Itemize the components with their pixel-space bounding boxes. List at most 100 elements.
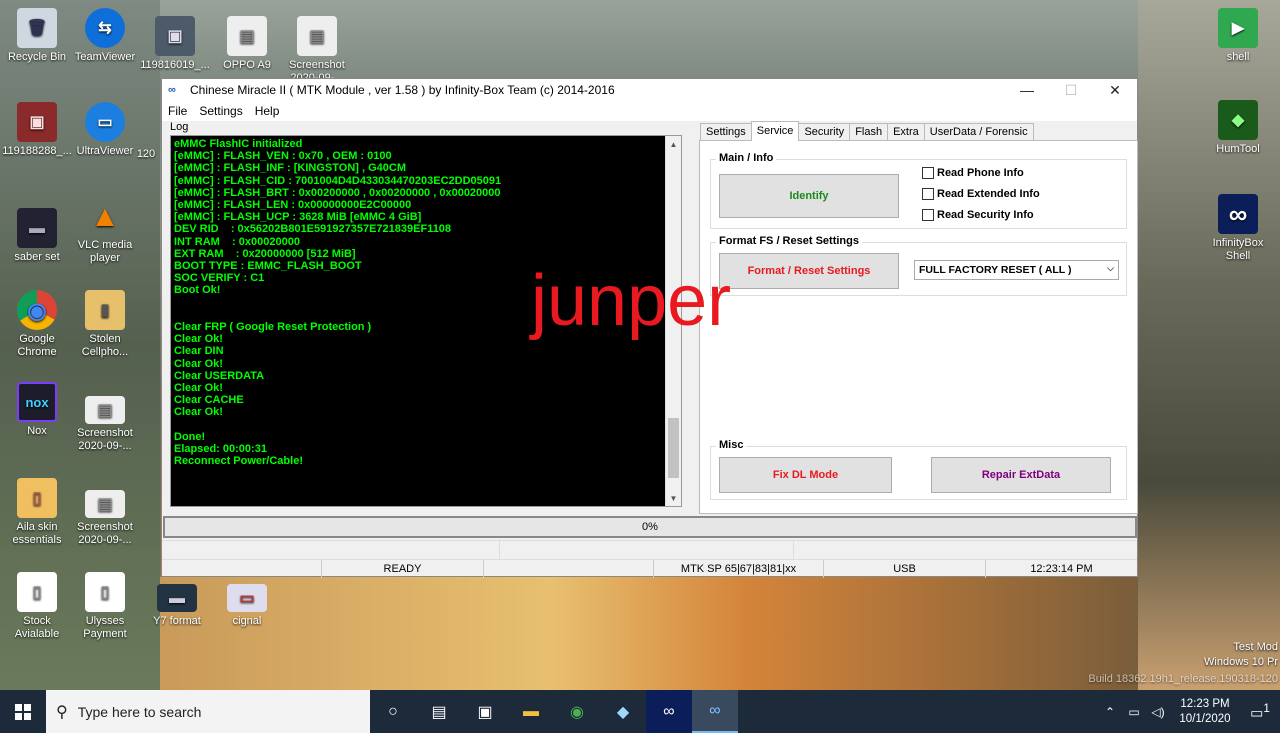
task-view-icon[interactable]: ▤: [416, 690, 462, 733]
cortana-icon[interactable]: ○: [370, 690, 416, 733]
infinity-icon: ∞: [1218, 194, 1258, 234]
desktop-icon-screenshot-2[interactable]: ▤ Screenshot 2020-09-...: [68, 396, 142, 453]
scroll-up-icon[interactable]: ▲: [666, 136, 681, 152]
checkbox-label: Read Extended Info: [937, 188, 1040, 200]
desktop-icon-label: Recycle Bin: [7, 51, 67, 63]
reset-mode-select[interactable]: FULL FACTORY RESET ( ALL ) ⌵: [914, 260, 1119, 280]
desktop-icon-chrome[interactable]: ◉ Google Chrome: [0, 290, 74, 359]
status-row-upper: [162, 540, 1137, 559]
desktop-icon-infinitybox-shell[interactable]: ∞ InfinityBox Shell: [1201, 194, 1275, 263]
title-bar[interactable]: ∞ Chinese Miracle II ( MTK Module , ver …: [162, 79, 1137, 101]
desktop-icon-cignal[interactable]: ▭ cignal: [210, 584, 284, 628]
desktop-icon-ulysses-payment[interactable]: ▯ Ulysses Payment: [68, 572, 142, 641]
system-tray: ⌃ ▭ ◁) 12:23 PM 10/1/2020 ▭1: [1098, 690, 1280, 733]
desktop-icon-label: cignal: [232, 615, 262, 627]
status-cell: [162, 559, 322, 578]
notification-icon[interactable]: ▭1: [1240, 702, 1280, 722]
zip-file-icon: ▯: [17, 478, 57, 518]
volume-icon[interactable]: ◁): [1146, 705, 1170, 719]
maximize-button[interactable]: ☐: [1049, 79, 1093, 101]
read-phone-info-checkbox[interactable]: Read Phone Info: [922, 167, 1024, 179]
folder-icon: ▮: [85, 290, 125, 330]
desktop-icon-label: Ulysses Payment: [83, 615, 127, 640]
tab-bar: Settings Service Security Flash Extra Us…: [700, 121, 1034, 141]
chrome-taskbar-icon[interactable]: ◉: [554, 690, 600, 733]
desktop-icon-recycle-bin[interactable]: 🗑 Recycle Bin: [0, 8, 74, 64]
tab-service[interactable]: Service: [750, 121, 800, 141]
fix-dl-mode-button[interactable]: Fix DL Mode: [719, 457, 892, 493]
desktop-icon-label: Nox: [27, 425, 47, 437]
image-file-icon: ▬: [157, 584, 197, 612]
desktop-icon-humtool[interactable]: ◆ HumTool: [1201, 100, 1275, 156]
desktop-icon-oppo-a9[interactable]: ▤ OPPO A9: [210, 16, 284, 72]
read-extended-info-checkbox[interactable]: Read Extended Info: [922, 188, 1040, 200]
identify-button[interactable]: Identify: [719, 174, 899, 218]
menu-settings[interactable]: Settings: [199, 104, 242, 118]
infinity-taskbar-icon[interactable]: ∞: [646, 690, 692, 733]
status-cell: [794, 541, 1137, 559]
desktop-icon-label: shell: [1226, 51, 1250, 63]
tab-userdata-forensic[interactable]: UserData / Forensic: [923, 123, 1034, 141]
format-reset-button[interactable]: Format / Reset Settings: [719, 253, 899, 289]
repair-extdata-button[interactable]: Repair ExtData: [931, 457, 1111, 493]
desktop-icon-label: TeamViewer: [74, 51, 136, 63]
chevron-up-icon[interactable]: ⌃: [1098, 705, 1122, 719]
desktop-icon-image-2[interactable]: ▣ 119188288_...: [0, 102, 74, 158]
checkbox-box[interactable]: [922, 188, 934, 200]
desktop-icon-stock-avialable[interactable]: ▯ Stock Avialable: [0, 572, 74, 641]
scroll-down-icon[interactable]: ▼: [666, 490, 681, 506]
menu-help[interactable]: Help: [255, 104, 280, 118]
desktop-icon-screenshot-1[interactable]: ▤ Screenshot 2020-09-...: [280, 16, 354, 78]
desktop-icon-saber-set[interactable]: ▬ saber set: [0, 208, 74, 264]
document-icon: ▯: [17, 572, 57, 612]
service-tab-page: Main / Info Identify Read Phone Info Rea…: [699, 140, 1138, 514]
clock[interactable]: 12:23 PM 10/1/2020: [1170, 697, 1240, 727]
tab-flash[interactable]: Flash: [849, 123, 889, 141]
nox-icon: nox: [17, 382, 57, 422]
desktop-icon-y7-format[interactable]: ▬ Y7 format: [140, 584, 214, 628]
start-button[interactable]: [0, 690, 46, 733]
status-port: USB: [824, 559, 986, 578]
taskbar: ⚲ Type here to search ○ ▤ ▣ ▬ ◉ ◆ ∞ ∞ ⌃ …: [0, 690, 1280, 733]
read-security-info-checkbox[interactable]: Read Security Info: [922, 209, 1034, 221]
desktop-icon-image-1[interactable]: ▣ 119816019_...: [138, 16, 212, 72]
desktop-icon-label: HumTool: [1216, 143, 1260, 155]
desktop-icon-label: Screenshot 2020-09-...: [289, 59, 345, 78]
tab-extra[interactable]: Extra: [887, 123, 925, 141]
desktop-icon-stolen-cellpho[interactable]: ▮ Stolen Cellpho...: [68, 290, 142, 359]
image-file-icon: ▤: [85, 396, 125, 424]
test-mode-text: Test Mod: [1233, 641, 1278, 653]
video-file-icon: ▬: [17, 208, 57, 248]
clock-time: 12:23 PM: [1180, 697, 1230, 710]
desktop-icon-shell[interactable]: ▶ shell: [1201, 8, 1275, 64]
network-icon[interactable]: ▭: [1122, 705, 1146, 719]
desktop-icon-teamviewer[interactable]: ⇆ TeamViewer: [68, 8, 142, 64]
build-text: Build 18362.19h1_release.190318-120: [1088, 673, 1278, 685]
wallpaper-bottom: [160, 577, 1138, 690]
windows-logo-icon: [15, 703, 31, 720]
minimize-button[interactable]: —: [1005, 79, 1049, 101]
document-icon: ▤: [227, 16, 267, 56]
checkbox-box[interactable]: [922, 167, 934, 179]
tab-settings[interactable]: Settings: [700, 123, 752, 141]
menu-file[interactable]: File: [168, 104, 187, 118]
desktop-icon-label: 119188288_...: [2, 145, 72, 157]
desktop-icon-partial[interactable]: 120: [126, 148, 166, 161]
desktop-icon-vlc[interactable]: ▲ VLC media player: [68, 196, 142, 265]
reset-mode-value: FULL FACTORY RESET ( ALL ): [919, 264, 1072, 276]
status-sp: MTK SP 65|67|83|81|xx: [654, 559, 824, 578]
chinese-miracle-taskbar-icon[interactable]: ∞: [692, 690, 738, 733]
tab-security[interactable]: Security: [798, 123, 851, 141]
desktop-icon-nox[interactable]: nox Nox: [0, 382, 74, 438]
taskbar-app-icon[interactable]: ◆: [600, 690, 646, 733]
taskbar-app-icon[interactable]: ▣: [462, 690, 508, 733]
scroll-thumb[interactable]: [668, 418, 679, 478]
progress-text: 0%: [642, 521, 658, 533]
taskbar-search-box[interactable]: ⚲ Type here to search: [46, 690, 370, 733]
desktop-icon-aila-skin[interactable]: ▯ Aila skin essentials: [0, 478, 74, 547]
close-button[interactable]: ✕: [1093, 79, 1137, 101]
file-explorer-icon[interactable]: ▬: [508, 690, 554, 733]
checkbox-box[interactable]: [922, 209, 934, 221]
main-info-title: Main / Info: [716, 152, 777, 164]
desktop-icon-screenshot-3[interactable]: ▤ Screenshot 2020-09-...: [68, 490, 142, 547]
